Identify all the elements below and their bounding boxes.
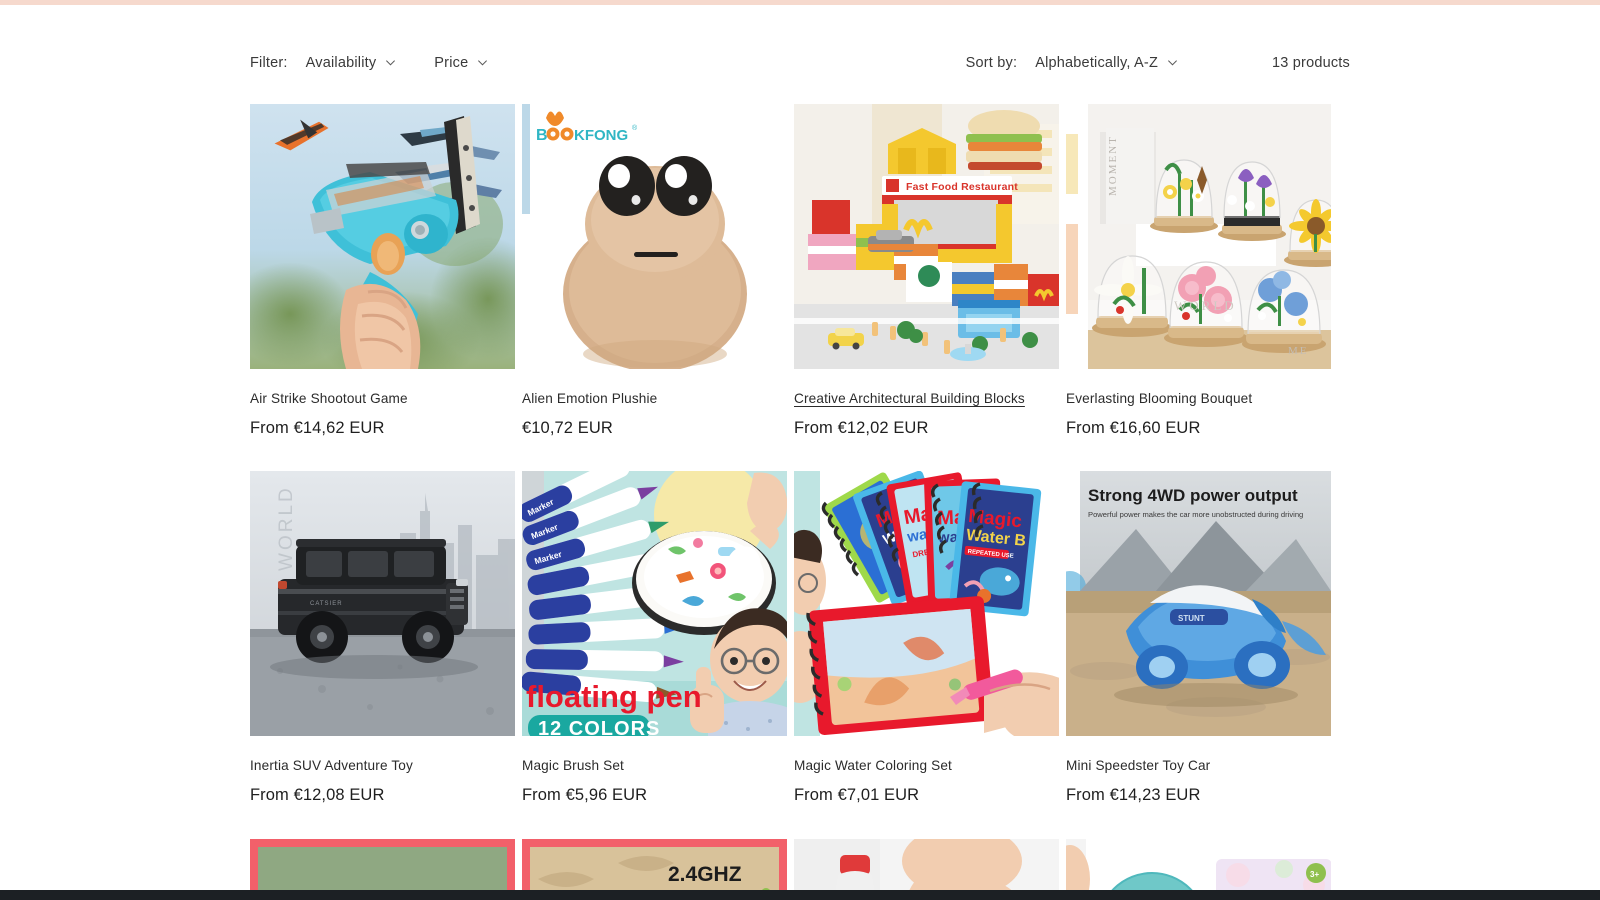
sort-by-value: Alphabetically, A-Z: [1035, 55, 1159, 71]
product-card: B KFONG ® Alien Emotion Plushie €10,72 E…: [522, 104, 787, 471]
product-title[interactable]: Air Strike Shootout Game: [250, 390, 515, 408]
svg-text:2.4GHZ: 2.4GHZ: [668, 863, 742, 886]
svg-text:MOMENT: MOMENT: [1107, 135, 1119, 196]
product-image-creative-architectural-building-blocks[interactable]: Fast Food Restaurant: [794, 104, 1059, 369]
chevron-down-icon: [1167, 57, 1178, 68]
product-image-mini-speedster-toy-car[interactable]: Strong 4WD power output Powerful power m…: [1066, 471, 1331, 737]
product-card: Magi Wat Ma wa DREAM: [794, 471, 1059, 838]
product-image-magic-brush-set[interactable]: Marker Marker Marker floating pen 12 COL…: [522, 471, 787, 737]
svg-text:floating pen: floating pen: [526, 679, 702, 714]
product-title[interactable]: Everlasting Blooming Bouquet: [1066, 390, 1331, 408]
product-price: From €14,62 EUR: [250, 418, 385, 437]
svg-text:B: B: [536, 127, 548, 144]
sort-group: Sort by: Alphabetically, A-Z 13 products: [966, 51, 1350, 75]
product-image-magic-water-coloring-set[interactable]: Magi Wat Ma wa DREAM: [794, 471, 1059, 737]
browser-bottom-edge: [0, 890, 1600, 900]
filter-price-button[interactable]: Price: [432, 51, 490, 75]
product-price: From €12,08 EUR: [250, 786, 385, 805]
product-image-air-strike-shootout-game[interactable]: [250, 104, 515, 369]
svg-text:®: ®: [632, 124, 638, 132]
chevron-down-icon: [385, 57, 396, 68]
product-price: From €12,02 EUR: [794, 418, 929, 437]
product-card: MOMENT WORLD ME Everlasting Blooming Bou…: [1066, 104, 1331, 471]
svg-text:ME: ME: [1288, 345, 1309, 357]
product-price: From €14,23 EUR: [1066, 786, 1201, 805]
product-card: Air Strike Shootout Game From €14,62 EUR: [250, 104, 515, 471]
product-card: Fast Food Restaurant Creative Architectu…: [794, 104, 1059, 471]
svg-text:Powerful power makes the car m: Powerful power makes the car more unobst…: [1088, 510, 1303, 519]
svg-text:WORLD: WORLD: [1174, 298, 1237, 313]
product-price: From €5,96 EUR: [522, 786, 648, 805]
product-grid: Air Strike Shootout Game From €14,62 EUR…: [250, 104, 1350, 900]
svg-text:Fast Food Restaurant: Fast Food Restaurant: [906, 181, 1018, 193]
product-title[interactable]: Mini Speedster Toy Car: [1066, 757, 1331, 775]
product-card: BIG WORLD CATSIER Inertia SUV Adventure …: [250, 471, 515, 838]
stunt-car-art: Strong 4WD power output Powerful power m…: [1066, 471, 1331, 737]
product-title[interactable]: Creative Architectural Building Blocks: [794, 390, 1059, 408]
filter-price-label: Price: [434, 55, 469, 71]
product-image-everlasting-blooming-bouquet[interactable]: MOMENT WORLD ME: [1066, 104, 1331, 369]
product-title[interactable]: Inertia SUV Adventure Toy: [250, 757, 515, 775]
filter-availability-button[interactable]: Availability: [304, 51, 399, 75]
product-image-alien-emotion-plushie[interactable]: B KFONG ®: [522, 104, 787, 369]
block-flower-domes-art: MOMENT WORLD ME: [1066, 104, 1331, 369]
product-image-inertia-suv-adventure-toy[interactable]: BIG WORLD CATSIER: [250, 471, 515, 737]
product-title[interactable]: Magic Water Coloring Set: [794, 757, 1059, 775]
chevron-down-icon: [477, 57, 488, 68]
collection-page: Filter: Availability Price Sort by: Alph…: [0, 5, 1600, 900]
filter-availability-label: Availability: [305, 55, 377, 71]
sort-by-label: Sort by:: [965, 55, 1018, 71]
black-suv-toy-art: BIG WORLD CATSIER: [250, 471, 515, 737]
svg-text:STUNT: STUNT: [1178, 614, 1205, 623]
facet-sort-bar: Filter: Availability Price Sort by: Alph…: [250, 40, 1350, 86]
product-card: Strong 4WD power output Powerful power m…: [1066, 471, 1331, 838]
block-city-art: Fast Food Restaurant: [794, 104, 1059, 369]
product-title[interactable]: Alien Emotion Plushie: [522, 390, 787, 408]
svg-text:3+: 3+: [1310, 870, 1319, 879]
product-title[interactable]: Magic Brush Set: [522, 757, 787, 775]
svg-text:Strong 4WD power output: Strong 4WD power output: [1088, 486, 1298, 505]
alien-plushie-art: B KFONG ®: [522, 104, 787, 369]
collection-content: Filter: Availability Price Sort by: Alph…: [250, 5, 1350, 900]
svg-text:KFONG: KFONG: [574, 127, 628, 144]
floating-pen-markers-art: Marker Marker Marker floating pen 12 COL…: [522, 471, 787, 737]
filter-label: Filter:: [250, 55, 288, 71]
svg-text:CATSIER: CATSIER: [310, 601, 343, 607]
product-price: From €16,60 EUR: [1066, 418, 1201, 437]
product-count: 13 products: [1272, 55, 1350, 71]
svg-text:12 COLORS: 12 COLORS: [538, 718, 660, 736]
facet-group: Filter: Availability Price: [250, 51, 490, 75]
product-card: Marker Marker Marker floating pen 12 COL…: [522, 471, 787, 838]
product-price: €10,72 EUR: [522, 418, 613, 437]
sort-by-select[interactable]: Alphabetically, A-Z: [1033, 51, 1180, 75]
product-price: From €7,01 EUR: [794, 786, 920, 805]
toy-plane-launcher-art: [250, 104, 515, 369]
magic-water-books-art: Magi Wat Ma wa DREAM: [794, 471, 1059, 737]
